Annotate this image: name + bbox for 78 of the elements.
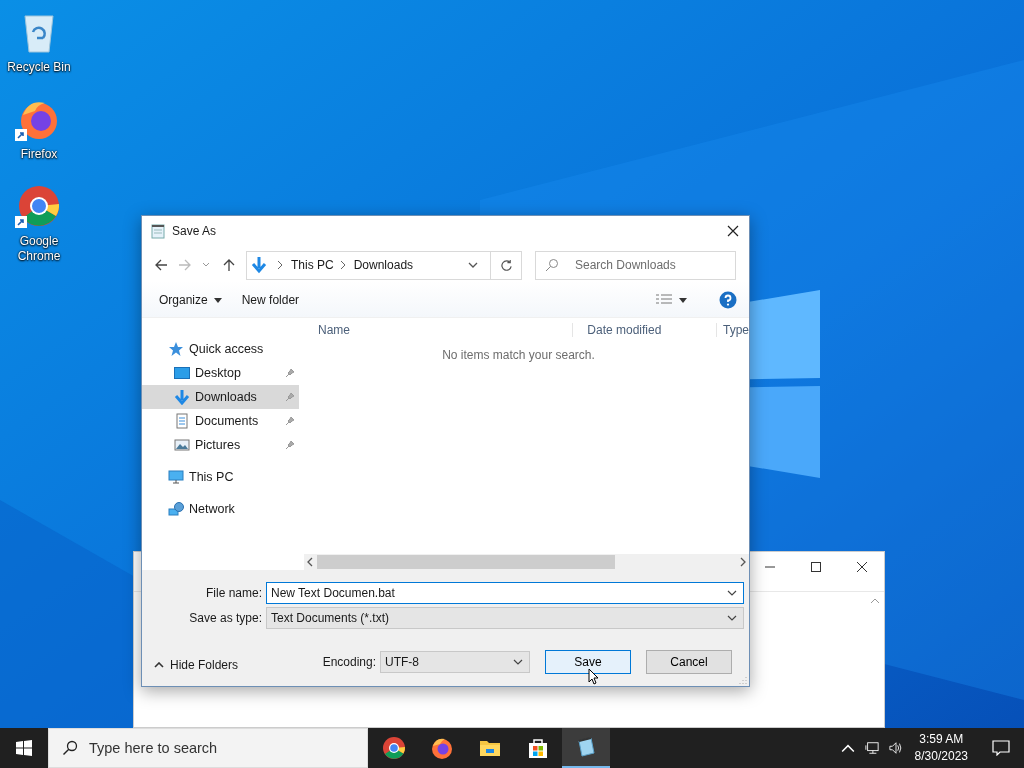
picture-folder-icon: [174, 437, 190, 453]
column-header[interactable]: Type: [716, 323, 749, 337]
address-bar[interactable]: This PC Downloads: [246, 250, 522, 280]
recent-locations-icon[interactable]: [202, 262, 210, 268]
network-icon[interactable]: [864, 741, 879, 755]
refresh-icon: [499, 258, 513, 272]
search-icon: [545, 257, 559, 272]
scrollbar-thumb[interactable]: [317, 555, 615, 569]
field-label: File name:: [204, 586, 263, 600]
breadcrumb[interactable]: This PC: [291, 258, 334, 272]
organize-menu[interactable]: Organize: [159, 293, 208, 307]
hide-folders-button[interactable]: Hide Folders: [154, 658, 239, 672]
caret-icon[interactable]: [213, 297, 222, 303]
search-field[interactable]: Search Downloads: [535, 250, 736, 280]
dropdown-icon: [513, 659, 523, 665]
up-icon[interactable]: [222, 258, 236, 272]
maximize-icon[interactable]: [810, 561, 822, 573]
dropdown-icon: [727, 615, 737, 621]
horizontal-scrollbar[interactable]: [304, 554, 749, 570]
resize-grip-icon[interactable]: [739, 676, 747, 684]
search-icon: [62, 740, 78, 756]
desktop-icon-label[interactable]: Google Chrome: [7, 234, 71, 264]
pin-icon[interactable]: [285, 368, 295, 378]
encoding-dropdown[interactable]: UTF-8: [380, 651, 530, 673]
desktop-icon-label[interactable]: Recycle Bin: [7, 60, 71, 75]
document-icon: [174, 413, 190, 429]
file-name-field[interactable]: New Text Documen.bat: [266, 582, 744, 604]
sidebar-item[interactable]: Quick access: [142, 337, 299, 361]
empty-message: No items match your search.: [441, 348, 596, 362]
desktop-folder-icon: [174, 365, 190, 381]
column-header[interactable]: Name: [304, 323, 573, 337]
field-label: Save as type:: [188, 611, 263, 625]
window-title: Save As: [172, 224, 217, 238]
notepad-icon: [150, 223, 166, 239]
pin-icon[interactable]: [285, 416, 295, 426]
notification-icon[interactable]: [992, 740, 1010, 756]
new-folder-button[interactable]: New folder: [241, 293, 300, 307]
save-button[interactable]: Save: [545, 650, 631, 674]
clock-time[interactable]: 3:59 AM: [919, 731, 964, 748]
breadcrumb[interactable]: Downloads: [353, 258, 414, 272]
computer-icon: [168, 469, 184, 485]
chevron-icon: [277, 260, 283, 270]
windows-logo-icon: [16, 740, 32, 756]
chevron-icon: [339, 260, 346, 270]
chrome-icon: [382, 736, 406, 760]
help-icon[interactable]: [719, 291, 737, 309]
clock-date[interactable]: 8/30/2023: [914, 748, 968, 765]
save-as-type-dropdown[interactable]: Text Documents (*.txt): [266, 607, 744, 629]
sidebar-item[interactable]: Documents: [142, 409, 299, 433]
column-header[interactable]: Date modified: [572, 323, 716, 337]
download-icon: [251, 256, 267, 274]
cancel-button[interactable]: Cancel: [646, 650, 732, 674]
sidebar-item[interactable]: This PC: [142, 465, 299, 489]
close-icon[interactable]: [856, 561, 868, 573]
pin-icon[interactable]: [285, 440, 295, 450]
sidebar-item[interactable]: Downloads: [142, 385, 299, 409]
field-label: Encoding:: [322, 655, 377, 669]
taskbar-search-field[interactable]: Type here to search: [48, 728, 368, 768]
network-icon: [168, 501, 184, 517]
close-icon[interactable]: [727, 225, 739, 237]
notepad-taskbar-button[interactable]: [562, 728, 610, 768]
sidebar-item[interactable]: Network: [142, 497, 299, 521]
shopping-bag-icon: [526, 736, 550, 760]
caret-icon: [154, 662, 164, 668]
firefox-icon: [430, 736, 454, 760]
star-icon: [168, 341, 184, 357]
download-icon: [174, 389, 190, 405]
sidebar-item[interactable]: Pictures: [142, 433, 299, 457]
scroll-right-icon[interactable]: [740, 557, 746, 567]
sidebar-item[interactable]: Desktop: [142, 361, 299, 385]
caret-icon[interactable]: [679, 297, 687, 303]
back-icon[interactable]: [154, 258, 168, 272]
scroll-up-icon[interactable]: [870, 598, 880, 604]
scroll-left-icon[interactable]: [307, 557, 313, 567]
desktop-icon-label[interactable]: Firefox: [7, 147, 71, 162]
dropdown-icon[interactable]: [468, 262, 478, 268]
dropdown-icon[interactable]: [727, 590, 737, 596]
volume-icon[interactable]: [888, 741, 903, 755]
